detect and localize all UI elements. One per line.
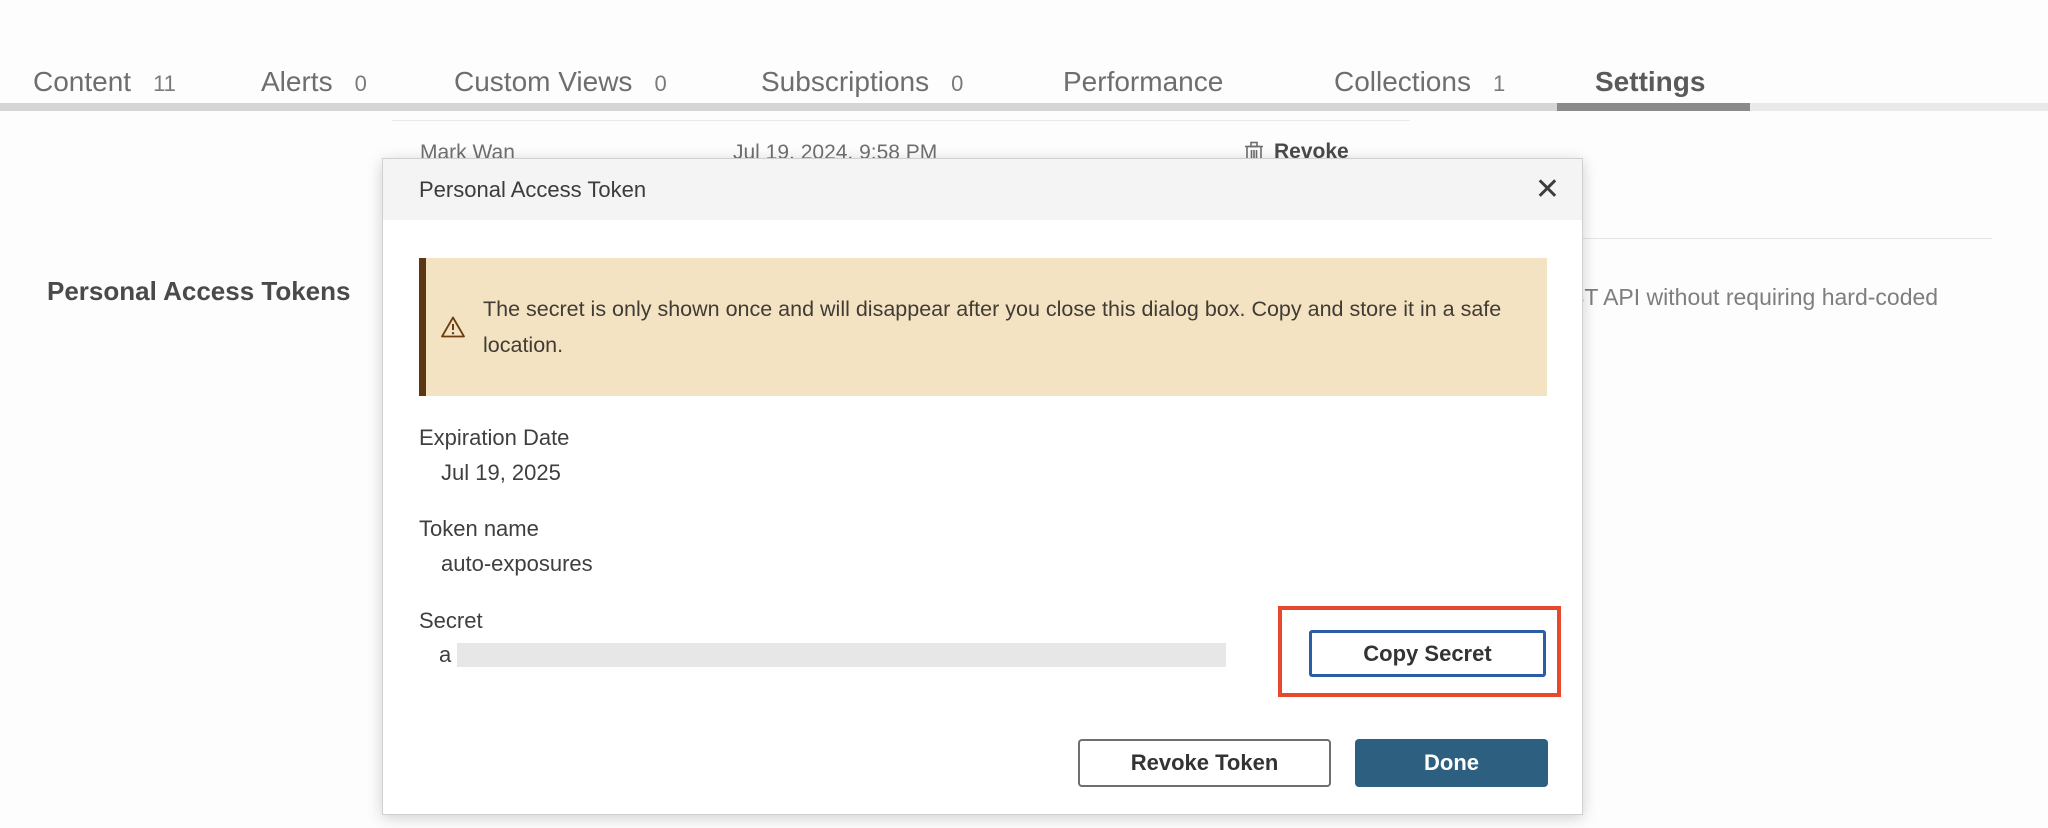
tab-underline-track (0, 103, 1557, 111)
warning-text: The secret is only shown once and will d… (483, 291, 1513, 363)
tab-count: 11 (153, 71, 176, 97)
tab-count: 1 (1493, 71, 1505, 97)
tab-label: Content (33, 66, 131, 98)
tab-count: 0 (654, 71, 666, 97)
copy-secret-button[interactable]: Copy Secret (1309, 630, 1546, 677)
warning-banner: The secret is only shown once and will d… (419, 258, 1547, 396)
revoke-token-button[interactable]: Revoke Token (1078, 739, 1331, 787)
tab-underline-track-right (1750, 103, 2048, 111)
tab-collections[interactable]: Collections 1 (1334, 66, 1505, 98)
tab-count: 0 (951, 71, 963, 97)
tab-label: Alerts (261, 66, 333, 98)
secret-masked-bar (457, 643, 1226, 667)
warning-icon (440, 315, 466, 339)
settings-section-divider (1560, 238, 1992, 239)
dialog-header: Personal Access Token ✕ (383, 159, 1582, 220)
pat-description-fragment: ST API without requiring hard-coded (1569, 284, 1938, 311)
token-name-value: auto-exposures (441, 551, 593, 577)
tab-content[interactable]: Content 11 (33, 66, 176, 98)
personal-access-token-dialog: Personal Access Token ✕ The secret is on… (382, 158, 1583, 815)
tab-custom-views[interactable]: Custom Views 0 (454, 66, 667, 98)
expiration-date-label: Expiration Date (419, 425, 569, 451)
tab-performance[interactable]: Performance (1063, 66, 1223, 98)
page: Content 11 Alerts 0 Custom Views 0 Subsc… (0, 0, 2048, 828)
secret-label: Secret (419, 608, 483, 634)
tab-label: Performance (1063, 66, 1223, 98)
tab-label: Settings (1595, 66, 1705, 98)
table-row-divider (392, 120, 1410, 121)
section-label-personal-access-tokens: Personal Access Tokens (47, 276, 350, 307)
tab-alerts[interactable]: Alerts 0 (261, 66, 367, 98)
dialog-title: Personal Access Token (419, 177, 646, 203)
tab-count: 0 (355, 71, 367, 97)
done-button[interactable]: Done (1355, 739, 1548, 787)
secret-value-row: a (439, 642, 1226, 668)
active-tab-indicator (1557, 103, 1750, 111)
secret-visible-char: a (439, 642, 451, 668)
tab-label: Custom Views (454, 66, 632, 98)
tab-bar: Content 11 Alerts 0 Custom Views 0 Subsc… (0, 0, 2048, 111)
token-name-label: Token name (419, 516, 539, 542)
expiration-date-value: Jul 19, 2025 (441, 460, 561, 486)
tab-label: Collections (1334, 66, 1471, 98)
tab-label: Subscriptions (761, 66, 929, 98)
tab-subscriptions[interactable]: Subscriptions 0 (761, 66, 963, 98)
tab-settings[interactable]: Settings (1595, 66, 1705, 98)
close-icon[interactable]: ✕ (1535, 175, 1560, 205)
